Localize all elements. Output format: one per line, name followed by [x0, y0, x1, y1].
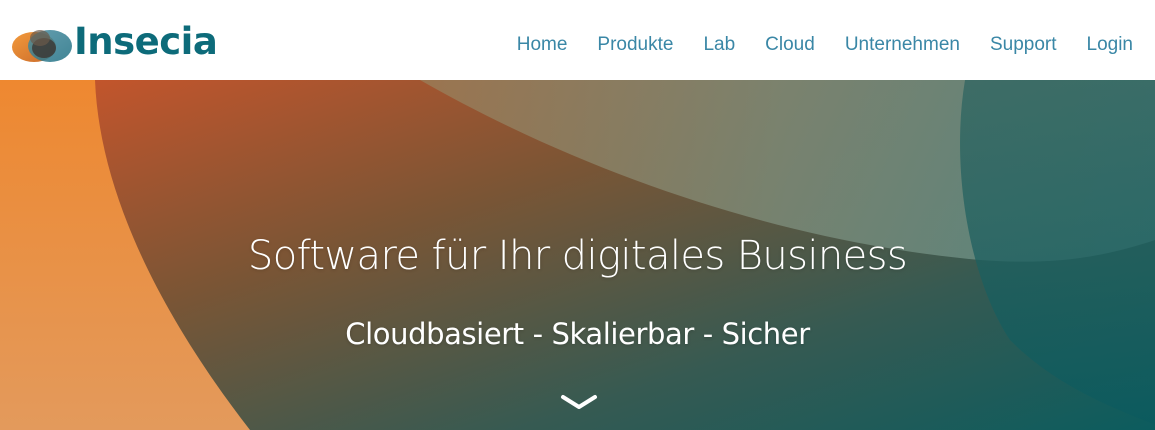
nav-produkte[interactable]: Produkte [597, 30, 673, 60]
hero-title: Software für Ihr digitales Business [247, 233, 908, 279]
brand-name: Insecia [74, 20, 218, 63]
nav-lab[interactable]: Lab [703, 30, 735, 60]
logo-link[interactable]: Insecia [10, 18, 218, 66]
insecia-logo-icon [12, 30, 72, 62]
nav-home[interactable]: Home [517, 30, 568, 60]
site-header: Insecia Home Produkte Lab Cloud Unterneh… [0, 0, 1155, 80]
nav-support[interactable]: Support [990, 30, 1057, 60]
hero-section: Software für Ihr digitales Business Clou… [0, 80, 1155, 430]
main-nav: Home Produkte Lab Cloud Unternehmen Supp… [487, 30, 1133, 60]
hero-subtitle: Cloudbasiert - Skalierbar - Sicher [345, 317, 810, 351]
nav-unternehmen[interactable]: Unternehmen [845, 30, 960, 60]
nav-login[interactable]: Login [1087, 30, 1134, 60]
chevron-down-icon[interactable] [559, 392, 599, 414]
nav-cloud[interactable]: Cloud [765, 30, 815, 60]
